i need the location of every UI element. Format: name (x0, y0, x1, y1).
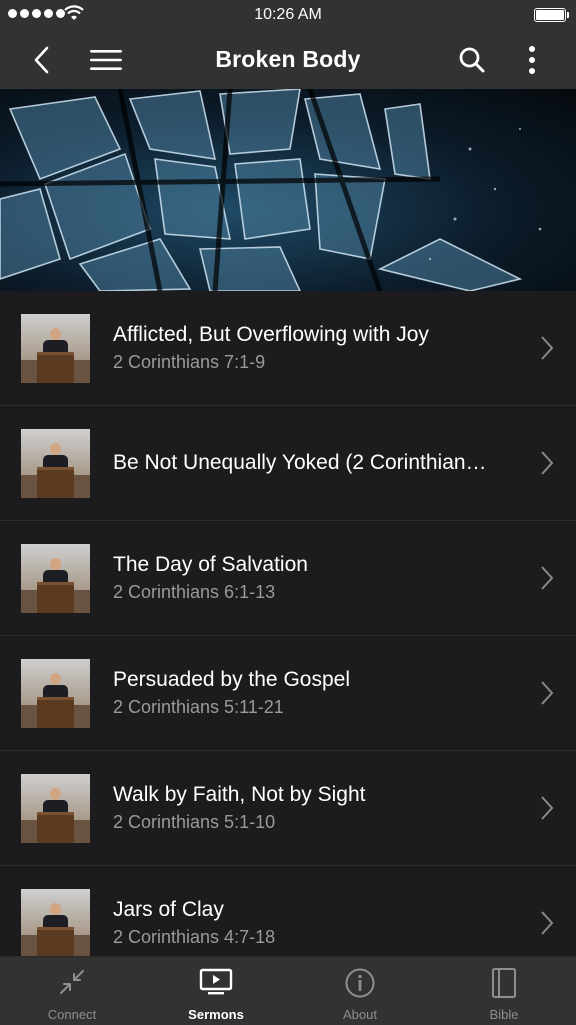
sermon-title: Afflicted, But Overflowing with Joy (113, 323, 429, 346)
page-title: Broken Body (215, 46, 361, 72)
sermon-row[interactable]: Be Not Unequally Yoked (2 Corinthian… (0, 406, 576, 521)
sermon-passage: 2 Corinthians 4:7-18 (113, 927, 276, 947)
tab-bar: Connect Sermons About Bible (0, 956, 576, 1025)
sermon-thumbnail (21, 314, 90, 383)
tab-label: Bible (489, 1007, 519, 1022)
sermon-passage: 2 Corinthians 7:1-9 (113, 352, 266, 372)
back-icon (34, 46, 49, 73)
sermon-title: Jars of Clay (113, 898, 224, 921)
connect-icon (60, 970, 84, 994)
tab-label: About (343, 1007, 377, 1022)
sermon-title: The Day of Salvation (113, 553, 308, 576)
menu-icon (90, 49, 122, 70)
chevron-right-icon (541, 566, 554, 590)
sermon-thumbnail (21, 659, 90, 728)
search-button[interactable] (452, 30, 492, 89)
sermon-thumbnail (21, 774, 90, 843)
sermon-thumbnail (21, 544, 90, 613)
series-banner-image (0, 89, 576, 291)
tab-about[interactable]: About (288, 957, 432, 1025)
sermon-list: Afflicted, But Overflowing with Joy 2 Co… (0, 291, 576, 956)
navigation-bar: Broken Body (0, 30, 576, 89)
chevron-right-icon (541, 451, 554, 475)
sermon-title: Persuaded by the Gospel (113, 668, 350, 691)
shattered-glass-artwork (0, 89, 542, 291)
chevron-right-icon (541, 796, 554, 820)
back-button[interactable] (22, 30, 62, 89)
tab-bible[interactable]: Bible (432, 957, 576, 1025)
sermon-row[interactable]: Walk by Faith, Not by Sight 2 Corinthian… (0, 751, 576, 866)
sermon-title: Walk by Faith, Not by Sight (113, 783, 366, 806)
sermon-row[interactable]: Persuaded by the Gospel 2 Corinthians 5:… (0, 636, 576, 751)
more-icon (529, 45, 535, 74)
sermon-passage: 2 Corinthians 5:11-21 (113, 697, 284, 717)
sermon-passage: 2 Corinthians 6:1-13 (113, 582, 276, 602)
bible-icon (492, 968, 516, 998)
about-icon (345, 968, 375, 998)
tab-sermons[interactable]: Sermons (144, 957, 288, 1025)
status-bar: 10:26 AM (0, 0, 576, 30)
sermon-row[interactable]: Afflicted, But Overflowing with Joy 2 Co… (0, 291, 576, 406)
search-icon (459, 47, 485, 72)
sermon-title: Be Not Unequally Yoked (2 Corinthian… (113, 451, 487, 474)
more-button[interactable] (516, 30, 548, 89)
chevron-right-icon (541, 336, 554, 360)
tab-label: Connect (47, 1007, 97, 1022)
chevron-right-icon (541, 911, 554, 935)
chevron-right-icon (541, 681, 554, 705)
tab-connect[interactable]: Connect (0, 957, 144, 1025)
battery-icon (534, 8, 569, 22)
tab-label: Sermons (188, 1007, 244, 1022)
sermon-row[interactable]: The Day of Salvation 2 Corinthians 6:1-1… (0, 521, 576, 636)
status-time: 10:26 AM (254, 6, 322, 23)
sermon-thumbnail (21, 429, 90, 498)
sermon-passage: 2 Corinthians 5:1-10 (113, 812, 276, 832)
sermon-thumbnail (21, 889, 90, 956)
sermons-icon (199, 968, 233, 995)
sermon-row[interactable]: Jars of Clay 2 Corinthians 4:7-18 (0, 866, 576, 956)
